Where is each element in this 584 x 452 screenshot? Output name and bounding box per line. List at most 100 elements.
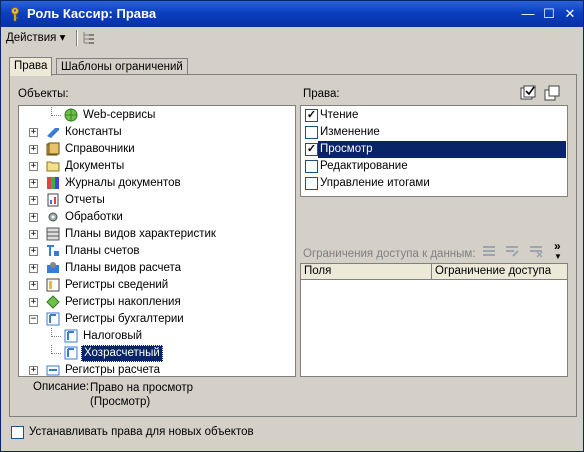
uncheck-all-icon[interactable] bbox=[544, 85, 560, 101]
tree-guide-line bbox=[51, 107, 61, 116]
key-icon bbox=[11, 7, 19, 22]
minimize-button[interactable]: — bbox=[519, 5, 537, 23]
information-registers-icon bbox=[46, 278, 60, 292]
accumulation-registers-icon bbox=[46, 295, 60, 309]
title-bar[interactable]: Роль Кассир: Права — ☐ ✕ bbox=[1, 1, 583, 27]
chart-of-characteristics-icon bbox=[46, 227, 60, 241]
more-actions-button[interactable]: » bbox=[554, 239, 561, 253]
window: Роль Кассир: Права — ☐ ✕ Действия ▾ Прав… bbox=[0, 0, 584, 452]
tree-item[interactable]: + Обработки bbox=[19, 209, 295, 226]
tree-expander-icon[interactable]: + bbox=[29, 162, 38, 171]
journals-icon bbox=[47, 177, 59, 189]
tree-item[interactable]: + Планы счетов bbox=[19, 243, 295, 260]
tree-item-label: Налоговый bbox=[83, 330, 143, 342]
right-item[interactable]: Изменение bbox=[302, 124, 566, 141]
tree-item[interactable]: Web-сервисы bbox=[19, 107, 295, 124]
tree-item-label: Планы видов характеристик bbox=[65, 228, 216, 240]
tree-item-label: Обработки bbox=[65, 211, 123, 223]
tree-item[interactable]: + Константы bbox=[19, 124, 295, 141]
chart-of-accounts-icon bbox=[47, 245, 59, 256]
tree-expander-icon[interactable]: + bbox=[29, 213, 38, 222]
tree-filter-icon[interactable] bbox=[81, 30, 97, 46]
accounting-registers-icon bbox=[46, 312, 60, 326]
tree-expander-icon[interactable]: + bbox=[29, 264, 38, 273]
tree-item-label: Регистры накопления bbox=[65, 296, 181, 308]
right-checkbox[interactable] bbox=[305, 160, 318, 173]
tree-expander-icon[interactable]: + bbox=[29, 128, 38, 137]
objects-tree[interactable]: Web-сервисы + Константы + Справочники + Докуме… bbox=[18, 105, 296, 377]
tree-expander-icon[interactable]: + bbox=[29, 179, 38, 188]
actions-menu-button[interactable]: Действия ▾ bbox=[6, 30, 65, 46]
tree-item[interactable]: + Планы видов расчета bbox=[19, 260, 295, 277]
chart-of-calculation-icon bbox=[47, 262, 59, 273]
tree-item[interactable]: − Регистры бухгалтерии bbox=[19, 311, 295, 328]
right-item[interactable]: Управление итогами bbox=[302, 175, 566, 192]
right-checkbox[interactable] bbox=[305, 126, 318, 139]
tree-expander-icon[interactable]: + bbox=[29, 145, 38, 154]
dataprocessors-icon bbox=[48, 212, 58, 222]
access-label: Ограничения доступа к данным: bbox=[303, 248, 476, 260]
objects-label: Объекты: bbox=[18, 88, 69, 100]
maximize-button[interactable]: ☐ bbox=[540, 5, 558, 23]
tree-item[interactable]: + Журналы документов bbox=[19, 175, 295, 192]
description-value: Право на просмотр (Просмотр) bbox=[90, 382, 194, 408]
right-item[interactable]: Редактирование bbox=[302, 158, 566, 175]
new-objects-checkbox[interactable] bbox=[11, 426, 24, 439]
new-objects-label: Устанавливать права для новых объектов bbox=[29, 426, 254, 438]
more-actions-arrow-icon[interactable]: ▼ bbox=[554, 252, 562, 261]
description-label: Описание: bbox=[33, 381, 90, 393]
accounting-register-icon bbox=[64, 329, 78, 343]
tree-item-label: Справочники bbox=[65, 143, 135, 155]
tree-expander-icon[interactable]: + bbox=[29, 366, 38, 375]
tree-item[interactable]: + Регистры накопления bbox=[19, 294, 295, 311]
tree-item-label: Регистры сведений bbox=[65, 279, 169, 291]
delete-restriction-icon[interactable] bbox=[528, 243, 544, 259]
rights-label: Права: bbox=[303, 88, 340, 100]
tree-item-label: Планы счетов bbox=[65, 245, 140, 257]
right-item[interactable]: ✓ Просмотр bbox=[302, 141, 566, 158]
catalogs-icon bbox=[46, 142, 60, 156]
tree-guide-line bbox=[51, 328, 61, 337]
right-label: Редактирование bbox=[320, 160, 408, 172]
right-label: Чтение bbox=[320, 109, 359, 121]
tree-item[interactable]: + Справочники bbox=[19, 141, 295, 158]
tree-expander-icon[interactable]: + bbox=[29, 247, 38, 256]
reports-icon bbox=[47, 193, 59, 207]
tree-item-label: Отчеты bbox=[65, 194, 105, 206]
tree-expander-icon[interactable]: + bbox=[29, 281, 38, 290]
tree-item[interactable]: + Отчеты bbox=[19, 192, 295, 209]
right-checkbox[interactable] bbox=[305, 177, 318, 190]
column-header-restriction[interactable]: Ограничение доступа bbox=[432, 264, 567, 280]
rights-list[interactable]: ✓ Чтение Изменение ✓ Просмотр Редактирование У… bbox=[300, 105, 568, 197]
close-button[interactable]: ✕ bbox=[561, 5, 579, 23]
right-label: Управление итогами bbox=[320, 177, 430, 189]
tree-item-label: Документы bbox=[65, 160, 125, 172]
tree-expander-icon[interactable]: − bbox=[29, 315, 38, 324]
web-service-icon bbox=[64, 108, 78, 122]
right-item[interactable]: ✓ Чтение bbox=[302, 107, 566, 124]
tree-expander-icon[interactable]: + bbox=[29, 196, 38, 205]
tree-item[interactable]: + Документы bbox=[19, 158, 295, 175]
check-all-icon[interactable] bbox=[520, 85, 536, 101]
tree-item[interactable]: Налоговый bbox=[19, 328, 295, 345]
tree-item-label: Web-сервисы bbox=[83, 109, 156, 121]
constants-icon bbox=[47, 128, 59, 138]
right-checkbox[interactable]: ✓ bbox=[305, 109, 318, 122]
tree-item[interactable]: + Регистры сведений bbox=[19, 277, 295, 294]
tree-expander-icon[interactable]: + bbox=[29, 230, 38, 239]
window-title: Роль Кассир: Права bbox=[27, 6, 157, 21]
right-checkbox[interactable]: ✓ bbox=[305, 143, 318, 156]
tree-item-label: Константы bbox=[65, 126, 122, 138]
tree-item[interactable]: + Регистры расчета bbox=[19, 362, 295, 376]
tree-item[interactable]: Хозрасчетный bbox=[19, 345, 295, 362]
tree-expander-icon[interactable]: + bbox=[29, 298, 38, 307]
tree-item-label: Хозрасчетный bbox=[81, 345, 163, 362]
tab-rights[interactable]: Права bbox=[9, 57, 53, 76]
tree-item-label: Регистры расчета bbox=[65, 364, 161, 376]
column-header-fields[interactable]: Поля bbox=[301, 264, 432, 280]
right-label: Просмотр bbox=[318, 141, 566, 158]
access-restrictions-grid[interactable]: Поля Ограничение доступа bbox=[300, 263, 568, 377]
add-restriction-icon[interactable] bbox=[481, 243, 497, 259]
tree-item[interactable]: + Планы видов характеристик bbox=[19, 226, 295, 243]
edit-restriction-icon[interactable] bbox=[504, 243, 520, 259]
